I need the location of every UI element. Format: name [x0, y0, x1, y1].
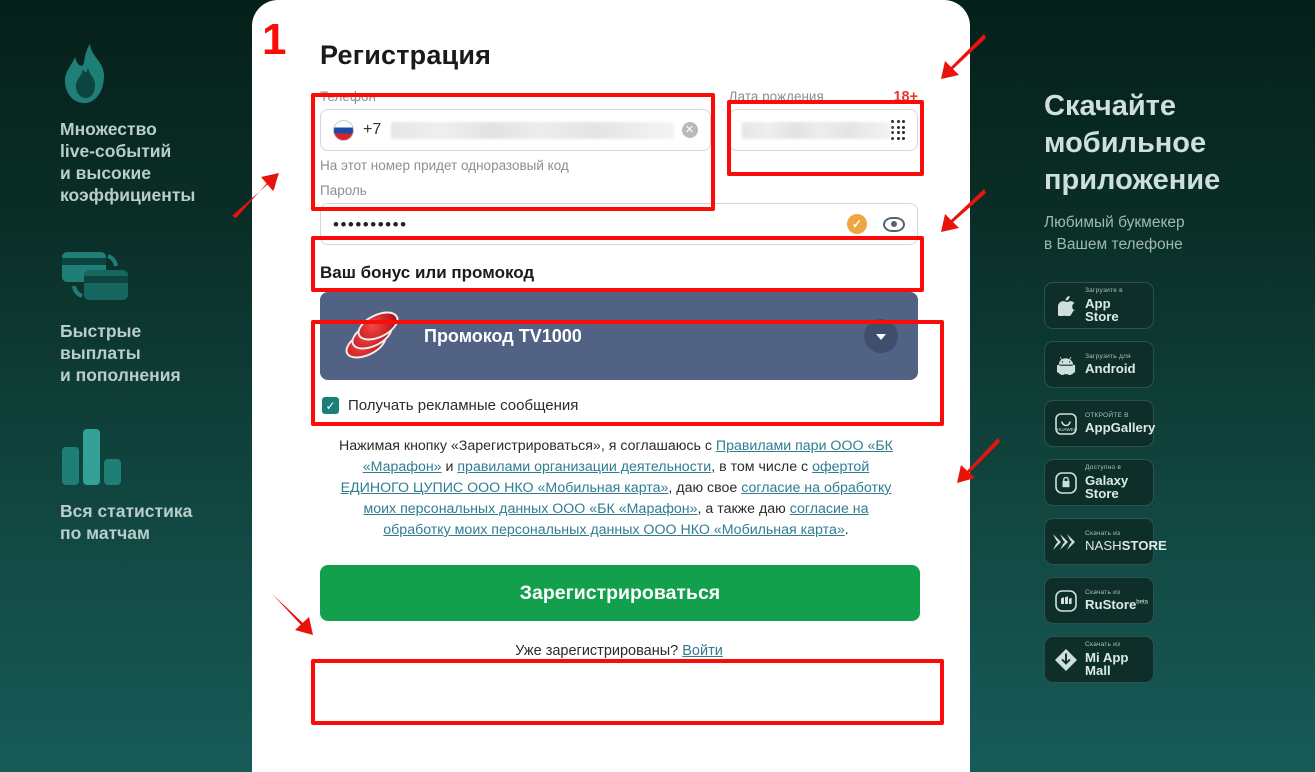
login-link[interactable]: Войти — [682, 643, 723, 659]
app-badge-text: Скачать из Mi App Mall — [1085, 641, 1145, 678]
app-badge-text: Загрузить для Android — [1085, 352, 1136, 377]
app-badge-store-name: NASHSTORE — [1085, 538, 1167, 554]
app-badge-store-name: Android — [1085, 361, 1136, 377]
age-restriction-badge: 18+ — [893, 89, 918, 105]
password-value: •••••••••• — [333, 214, 408, 234]
app-badge-appgallery[interactable]: HUAWEI ОТКРОЙТЕ В AppGallery — [1044, 400, 1156, 447]
apple-icon — [1053, 295, 1079, 316]
app-badge-mi-app-mall[interactable]: Скачать из Mi App Mall — [1044, 636, 1154, 683]
nashstore-icon — [1053, 532, 1079, 552]
register-button[interactable]: Зарегистрироваться — [320, 565, 920, 621]
miappmall-icon — [1053, 648, 1079, 671]
app-badge-store-name: Mi App Mall — [1085, 649, 1129, 678]
eye-icon[interactable] — [883, 216, 905, 232]
phone-hint: На этот номер придет одноразовый код — [320, 158, 569, 173]
clear-circle-icon[interactable]: ✕ — [681, 122, 698, 138]
phone-input[interactable]: +7 ✕ — [320, 109, 711, 151]
legal-text: . — [844, 522, 849, 538]
app-badge-store-name: AppGallery — [1085, 420, 1156, 436]
legal-text: Нажимая кнопку «Зарегистрироваться», я с… — [339, 438, 716, 454]
ru-flag-icon[interactable] — [333, 119, 354, 141]
mobile-app-panel: Скачайте мобильное приложение Любимый бу… — [970, 0, 1315, 772]
app-badge-caption: ОТКРОЙТЕ В — [1085, 411, 1129, 419]
feature-label: Множество live-событий и высокие коэффиц… — [60, 119, 196, 205]
rustore-icon — [1053, 589, 1079, 612]
app-badge-store-name: App Store — [1085, 295, 1119, 324]
registration-card: Регистрация Телефон +7 ✕ На этот номер п… — [252, 0, 970, 772]
legal-agreement-text: Нажимая кнопку «Зарегистрироваться», я с… — [328, 436, 904, 541]
app-badge-caption: Скачать из — [1085, 641, 1121, 648]
app-badge-text: Загрузите в App Store — [1085, 287, 1145, 324]
promo-code-label: Промокод TV1000 — [424, 325, 582, 346]
login-prompt-text: Уже зарегистрированы? — [515, 643, 683, 659]
phone-label: Телефон — [320, 89, 377, 104]
app-badge-app-store[interactable]: Загрузите в App Store — [1044, 282, 1154, 329]
android-icon — [1053, 355, 1079, 375]
marketing-consent-label: Получать рекламные сообщения — [348, 397, 579, 414]
app-badge-caption: Загрузить для — [1085, 352, 1131, 360]
dob-value-masked — [741, 121, 892, 139]
marketing-consent-row[interactable]: ✓ Получать рекламные сообщения — [322, 397, 918, 414]
app-panel-title: Скачайте мобильное приложение — [1044, 90, 1221, 196]
app-badge-store-name: RuStorebeta — [1085, 597, 1148, 613]
bar-chart-icon — [60, 420, 252, 492]
dob-label: Дата рождения — [728, 89, 824, 104]
app-badge-text: Скачать из RuStorebeta — [1085, 588, 1148, 613]
promo-code-banner[interactable]: Промокод TV1000 — [320, 292, 918, 380]
keypad-icon[interactable] — [891, 120, 905, 140]
phone-dob-row: Телефон +7 ✕ На этот номер придет однора… — [320, 89, 918, 173]
app-badge-caption: Скачать из — [1085, 529, 1121, 537]
legal-text: , а также даю — [697, 501, 790, 517]
step-number-marker: 1 — [260, 15, 288, 64]
phone-value-masked — [391, 121, 674, 139]
password-field-group: Пароль •••••••••• ✓ — [320, 183, 918, 245]
svg-text:HUAWEI: HUAWEI — [1057, 427, 1075, 432]
card-swap-icon — [60, 240, 252, 312]
casino-chips-icon — [340, 305, 408, 365]
dial-code: +7 — [363, 121, 382, 138]
app-badge-android[interactable]: Загрузить для Android — [1044, 341, 1154, 388]
app-badge-text: Доступно в Galaxy Store — [1085, 464, 1145, 501]
feature-statistics: Вся статистика по матчам — [60, 420, 252, 544]
huawei-icon: HUAWEI — [1053, 412, 1079, 435]
app-badge-caption: Доступно в — [1085, 464, 1122, 471]
app-badge-caption: Скачать из — [1085, 588, 1121, 596]
marketing-consent-checkbox[interactable]: ✓ — [322, 397, 339, 414]
legal-text: и — [441, 459, 458, 475]
app-badge-rustore[interactable]: Скачать из RuStorebeta — [1044, 577, 1154, 624]
app-badge-caption: Загрузите в — [1085, 287, 1123, 294]
legal-text: , в том числе с — [711, 459, 813, 475]
check-badge-icon: ✓ — [847, 214, 867, 234]
password-label: Пароль — [320, 183, 367, 198]
feature-label: Быстрые выплаты и пополнения — [60, 321, 181, 385]
feature-fast-payouts: Быстрые выплаты и пополнения — [60, 240, 252, 386]
feature-live-events: Множество live-событий и высокие коэффиц… — [60, 38, 252, 206]
app-badge-text: Скачать из NASHSTORE — [1085, 529, 1167, 554]
app-badge-store-name: Galaxy Store — [1085, 472, 1129, 501]
legal-text: , даю свое — [668, 480, 742, 496]
app-store-badge-list: Загрузите в App Store Загрузить для Android… — [1044, 282, 1315, 683]
bonus-section-title: Ваш бонус или промокод — [320, 263, 535, 282]
phone-field-group: Телефон +7 ✕ На этот номер придет однора… — [320, 89, 711, 173]
chevron-down-icon[interactable] — [864, 319, 898, 353]
app-badge-galaxy-store[interactable]: Доступно в Galaxy Store — [1044, 459, 1154, 506]
app-panel-subtitle: Любимый букмекер в Вашем телефоне — [1044, 214, 1185, 253]
dob-field-group: Дата рождения 18+ — [728, 89, 918, 151]
page-title: Регистрация — [320, 40, 492, 70]
app-badge-text: ОТКРОЙТЕ В AppGallery — [1085, 411, 1156, 436]
password-input[interactable]: •••••••••• ✓ — [320, 203, 918, 245]
galaxy-icon — [1053, 471, 1079, 494]
legal-link[interactable]: правилами организации деятельности — [457, 459, 711, 475]
login-prompt: Уже зарегистрированы? Войти — [320, 643, 918, 659]
left-feature-column: Множество live-событий и высокие коэффиц… — [0, 0, 252, 772]
app-badge-nashstore[interactable]: Скачать из NASHSTORE — [1044, 518, 1167, 565]
beta-tag: beta — [1136, 599, 1148, 606]
flame-icon — [60, 38, 252, 110]
dob-input[interactable] — [728, 109, 918, 151]
feature-label: Вся статистика по матчам — [60, 501, 193, 543]
